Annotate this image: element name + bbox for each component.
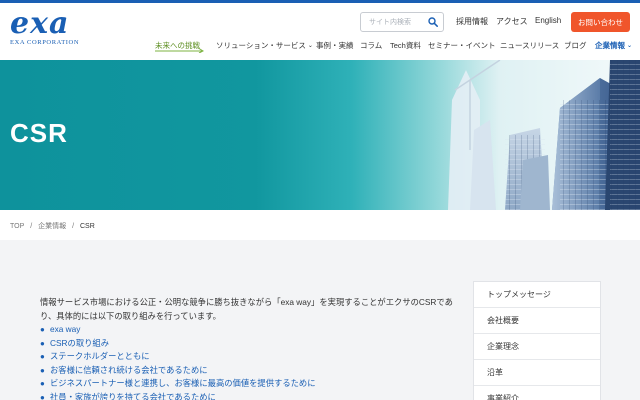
nav-solutions-label: ソリューション・サービス: [216, 41, 306, 50]
list-item[interactable]: ● ビジネスパートナー様と連携し、お客様に最高の価値を提供するために: [40, 377, 316, 391]
side-item-history[interactable]: 沿革: [474, 360, 600, 386]
chevron-down-icon: ⌄: [307, 43, 313, 49]
list-item-label: ビジネスパートナー様と連携し、お客様に最高の価値を提供するために: [50, 378, 316, 388]
contact-button[interactable]: お問い合わせ: [571, 12, 630, 32]
nav-company-label: 企業情報: [595, 41, 625, 50]
list-item-label: お客様に信頼され続ける会社であるために: [50, 364, 208, 375]
bullet-icon: ●: [40, 392, 45, 400]
list-item-label: 社員・家族が誇りを持てる会社であるために: [50, 391, 216, 400]
search-icon: [427, 17, 438, 27]
recruit-link[interactable]: 採用情報: [456, 16, 488, 27]
breadcrumb-separator: /: [30, 223, 33, 230]
list-item-label: exa way: [50, 324, 81, 334]
breadcrumb-company[interactable]: 企業情報: [38, 223, 66, 230]
list-item-label: CSRの取り組み: [50, 337, 110, 348]
side-item-overview[interactable]: 会社概要: [474, 308, 600, 334]
csr-link-list: ● exa way ● CSRの取り組み ● ステークホルダーとともに ● お客様に信頼…: [40, 323, 316, 400]
nav-blog[interactable]: ブログ: [564, 40, 587, 52]
bullet-icon: ●: [40, 325, 45, 334]
search-input[interactable]: [361, 13, 423, 31]
nav-cases[interactable]: 事例・実績: [316, 40, 354, 52]
nav-seminar[interactable]: セミナー・イベント: [428, 40, 496, 52]
nav-column[interactable]: コラム: [360, 40, 382, 52]
chevron-down-icon: ⌄: [627, 43, 633, 49]
list-item[interactable]: ● ステークホルダーとともに: [40, 350, 316, 364]
list-item[interactable]: ● 社員・家族が誇りを持てる会社であるために: [40, 391, 316, 400]
logo-mark: exa: [10, 6, 70, 41]
main-nav: 未来への挑戦 ソリューション・サービス ⌄ 事例・実績 コラム Tech資料 セミ…: [0, 40, 640, 54]
hero-banner: CSR: [0, 60, 640, 210]
list-item[interactable]: ● CSRの取り組み: [40, 337, 316, 351]
bullet-icon: ●: [40, 379, 45, 388]
site-search: [360, 12, 444, 32]
nav-tech[interactable]: Tech資料: [390, 40, 421, 52]
side-item-top-message[interactable]: トップメッセージ: [474, 282, 600, 308]
breadcrumb-current: CSR: [79, 223, 95, 230]
bullet-icon: ●: [40, 338, 45, 348]
intro-text: 情報サービス市場における公正・公明な競争に勝ち抜きながら「exa way」を実現…: [40, 297, 453, 321]
english-link[interactable]: English: [535, 16, 561, 25]
bullet-icon: ●: [40, 365, 45, 375]
access-link[interactable]: アクセス: [496, 16, 528, 27]
side-item-philosophy[interactable]: 企業理念: [474, 334, 600, 360]
search-button[interactable]: [425, 15, 440, 29]
company-side-menu: トップメッセージ 会社概要 企業理念 沿革 事業紹介: [473, 281, 601, 400]
building-image: [448, 60, 640, 210]
breadcrumb: TOP / 企業情報 / CSR: [10, 221, 99, 231]
breadcrumb-top[interactable]: TOP: [10, 223, 24, 230]
page-title: CSR: [10, 118, 68, 148]
breadcrumb-separator: /: [72, 223, 75, 230]
side-item-business[interactable]: 事業紹介: [474, 386, 600, 400]
nav-company[interactable]: 企業情報 ⌄: [595, 40, 632, 52]
list-item[interactable]: ● exa way: [40, 323, 316, 337]
bullet-icon: ●: [40, 352, 45, 361]
nav-future-underline: [155, 48, 205, 53]
nav-solutions[interactable]: ソリューション・サービス ⌄: [216, 40, 313, 52]
list-item[interactable]: ● お客様に信頼され続ける会社であるために: [40, 364, 316, 378]
list-item-label: ステークホルダーとともに: [50, 351, 150, 361]
nav-news[interactable]: ニュースリリース: [500, 40, 559, 52]
